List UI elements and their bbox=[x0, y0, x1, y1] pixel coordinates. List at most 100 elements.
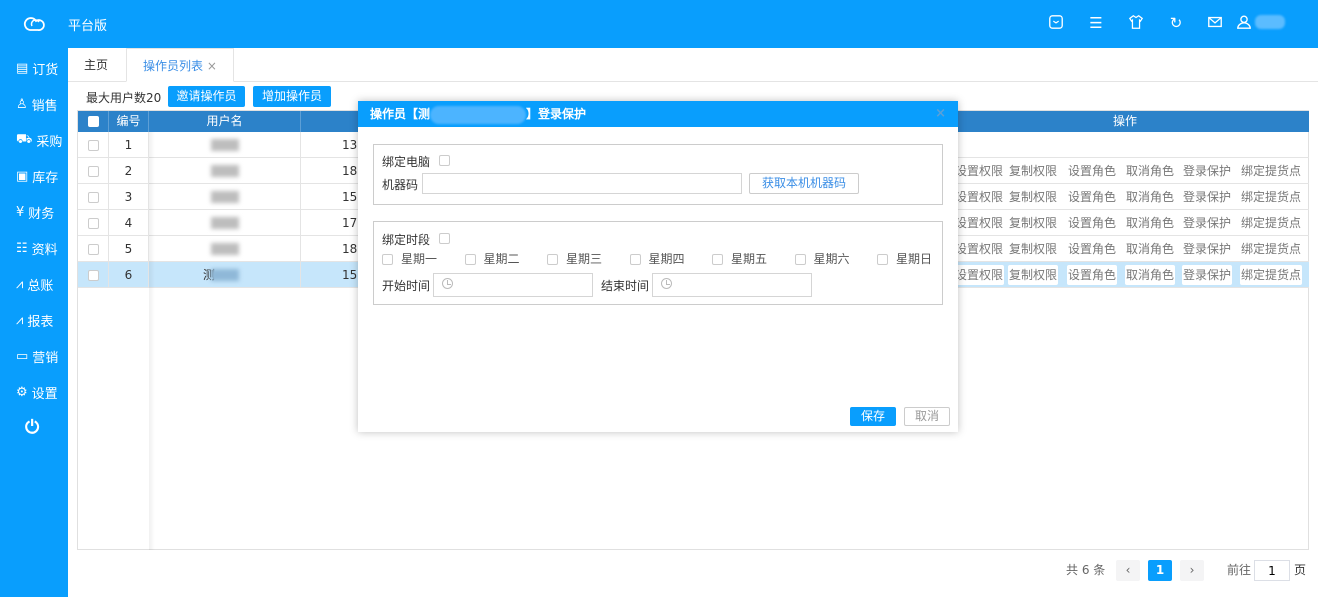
sidebar-item-order[interactable]: ▤ 订货 bbox=[16, 59, 58, 78]
sidebar-item-inventory[interactable]: ▣ 库存 bbox=[16, 167, 58, 186]
username-blurred[interactable] bbox=[1255, 15, 1285, 29]
action-link[interactable]: 登录保护 bbox=[1182, 187, 1233, 207]
bind-pc-checkbox[interactable] bbox=[439, 155, 450, 166]
save-button[interactable]: 保存 bbox=[850, 407, 896, 426]
action-link[interactable]: 复制权限 bbox=[1008, 265, 1059, 285]
sidebar-item-settings[interactable]: ⚙ 设置 bbox=[16, 383, 58, 402]
sidebar-item-finance[interactable]: ¥ 财务 bbox=[16, 203, 54, 222]
tab-bar: 主页 操作员列表 × bbox=[68, 48, 1318, 82]
row-checkbox[interactable] bbox=[78, 236, 109, 262]
action-link[interactable]: 设置权限 bbox=[954, 239, 1005, 259]
total-count: 共 6 条 bbox=[1066, 563, 1106, 577]
weekday-checkbox[interactable]: 星期四 bbox=[629, 250, 685, 267]
page-1-button[interactable]: 1 bbox=[1148, 560, 1172, 581]
action-link[interactable]: 取消角色 bbox=[1125, 239, 1176, 259]
username-blurred bbox=[211, 165, 239, 177]
action-link[interactable]: 登录保护 bbox=[1182, 239, 1233, 259]
action-link[interactable]: 取消角色 bbox=[1125, 213, 1176, 233]
end-time-input[interactable] bbox=[652, 273, 812, 297]
action-link[interactable]: 复制权限 bbox=[1008, 161, 1059, 181]
machine-code-label: 机器码 bbox=[382, 178, 419, 192]
menu-icon[interactable]: ☰ bbox=[1087, 14, 1105, 32]
sidebar-item-sales[interactable]: ♙ 销售 bbox=[16, 95, 58, 114]
action-link[interactable]: 绑定提货点 bbox=[1240, 213, 1303, 233]
action-link[interactable]: 登录保护 bbox=[1182, 161, 1233, 181]
get-machine-code-button[interactable]: 获取本机机器码 bbox=[749, 173, 859, 194]
weekday-checkbox[interactable]: 星期六 bbox=[794, 250, 850, 267]
shirt-icon[interactable] bbox=[1127, 14, 1145, 32]
bind-time-checkbox[interactable] bbox=[439, 233, 450, 244]
action-link[interactable]: 复制权限 bbox=[1008, 239, 1059, 259]
start-time-input[interactable] bbox=[433, 273, 593, 297]
username-blurred bbox=[211, 269, 239, 281]
action-link[interactable]: 绑定提货点 bbox=[1240, 187, 1303, 207]
sidebar-item-ledger[interactable]: ⩘ 总账 bbox=[16, 275, 53, 294]
username-blurred bbox=[211, 139, 239, 151]
action-link[interactable]: 绑定提货点 bbox=[1240, 265, 1303, 285]
goto-page-input[interactable] bbox=[1254, 560, 1290, 581]
power-icon[interactable]: ⏻ bbox=[25, 417, 39, 438]
close-dialog-icon[interactable]: × bbox=[935, 101, 946, 127]
clock-icon bbox=[661, 278, 672, 289]
action-link[interactable]: 绑定提货点 bbox=[1240, 161, 1303, 181]
row-checkbox[interactable] bbox=[78, 158, 109, 184]
next-page-button[interactable]: › bbox=[1180, 560, 1204, 581]
weekday-checkbox[interactable]: 星期二 bbox=[464, 250, 520, 267]
action-link[interactable]: 取消角色 bbox=[1125, 187, 1176, 207]
machine-code-input[interactable] bbox=[422, 173, 742, 194]
gear-icon: ⚙ bbox=[16, 385, 28, 400]
box-icon: ▣ bbox=[16, 169, 29, 184]
action-link[interactable]: 设置权限 bbox=[954, 265, 1005, 285]
bind-time-label: 绑定时段 bbox=[382, 233, 431, 247]
sidebar-item-purchase[interactable]: ⛟ 采购 bbox=[16, 131, 62, 150]
row-id: 1 bbox=[109, 132, 149, 158]
action-link[interactable]: 设置角色 bbox=[1067, 239, 1118, 259]
finance-icon: ¥ bbox=[16, 205, 25, 220]
user-icon[interactable] bbox=[1235, 14, 1253, 32]
invite-operator-button[interactable]: 邀请操作员 bbox=[168, 86, 245, 107]
row-checkbox[interactable] bbox=[78, 262, 109, 288]
brand-title: 平台版 bbox=[68, 19, 108, 34]
action-link[interactable]: 设置角色 bbox=[1067, 213, 1118, 233]
action-link[interactable]: 设置权限 bbox=[954, 161, 1005, 181]
sidebar-item-report[interactable]: ⩘ 报表 bbox=[16, 311, 53, 330]
weekday-checkbox[interactable]: 星期五 bbox=[712, 250, 767, 267]
tab-home[interactable]: 主页 bbox=[68, 48, 124, 82]
sidebar-item-marketing[interactable]: ▭ 营销 bbox=[16, 347, 58, 366]
max-users-label: 最大用户数20 bbox=[86, 90, 162, 105]
page-unit-label: 页 bbox=[1294, 563, 1307, 577]
refresh-icon[interactable]: ↻ bbox=[1167, 14, 1185, 32]
row-id: 2 bbox=[109, 158, 149, 184]
action-link[interactable]: 登录保护 bbox=[1182, 265, 1233, 285]
action-link[interactable]: 绑定提货点 bbox=[1240, 239, 1303, 259]
row-id: 4 bbox=[109, 210, 149, 236]
weekday-checkbox[interactable]: 星期三 bbox=[547, 250, 602, 267]
sidebar-item-data[interactable]: ☷ 资料 bbox=[16, 239, 58, 258]
select-all-checkbox[interactable] bbox=[78, 111, 109, 132]
action-link[interactable]: 复制权限 bbox=[1008, 187, 1059, 207]
row-checkbox[interactable] bbox=[78, 210, 109, 236]
weekday-checkbox[interactable]: 星期一 bbox=[382, 250, 437, 267]
prev-page-button[interactable]: ‹ bbox=[1116, 560, 1140, 581]
action-link[interactable]: 复制权限 bbox=[1008, 213, 1059, 233]
close-tab-icon[interactable]: × bbox=[207, 59, 217, 73]
action-link[interactable]: 设置角色 bbox=[1067, 187, 1118, 207]
user-icon: ♙ bbox=[16, 97, 28, 112]
mail-icon[interactable] bbox=[1206, 14, 1224, 32]
dropdown-box-icon[interactable] bbox=[1047, 14, 1065, 32]
row-username: 测 bbox=[149, 262, 301, 288]
row-checkbox[interactable] bbox=[78, 132, 109, 158]
action-link[interactable]: 设置角色 bbox=[1067, 265, 1118, 285]
action-link[interactable]: 登录保护 bbox=[1182, 213, 1233, 233]
weekday-checkbox[interactable]: 星期日 bbox=[877, 250, 932, 267]
tab-operator-list[interactable]: 操作员列表 × bbox=[126, 48, 234, 82]
add-operator-button[interactable]: 增加操作员 bbox=[253, 86, 331, 107]
action-link[interactable]: 取消角色 bbox=[1125, 161, 1176, 181]
col-id: 编号 bbox=[109, 111, 149, 132]
row-checkbox[interactable] bbox=[78, 184, 109, 210]
action-link[interactable]: 设置权限 bbox=[954, 187, 1005, 207]
action-link[interactable]: 设置权限 bbox=[954, 213, 1005, 233]
action-link[interactable]: 设置角色 bbox=[1067, 161, 1118, 181]
cancel-button[interactable]: 取消 bbox=[904, 407, 950, 426]
action-link[interactable]: 取消角色 bbox=[1125, 265, 1176, 285]
